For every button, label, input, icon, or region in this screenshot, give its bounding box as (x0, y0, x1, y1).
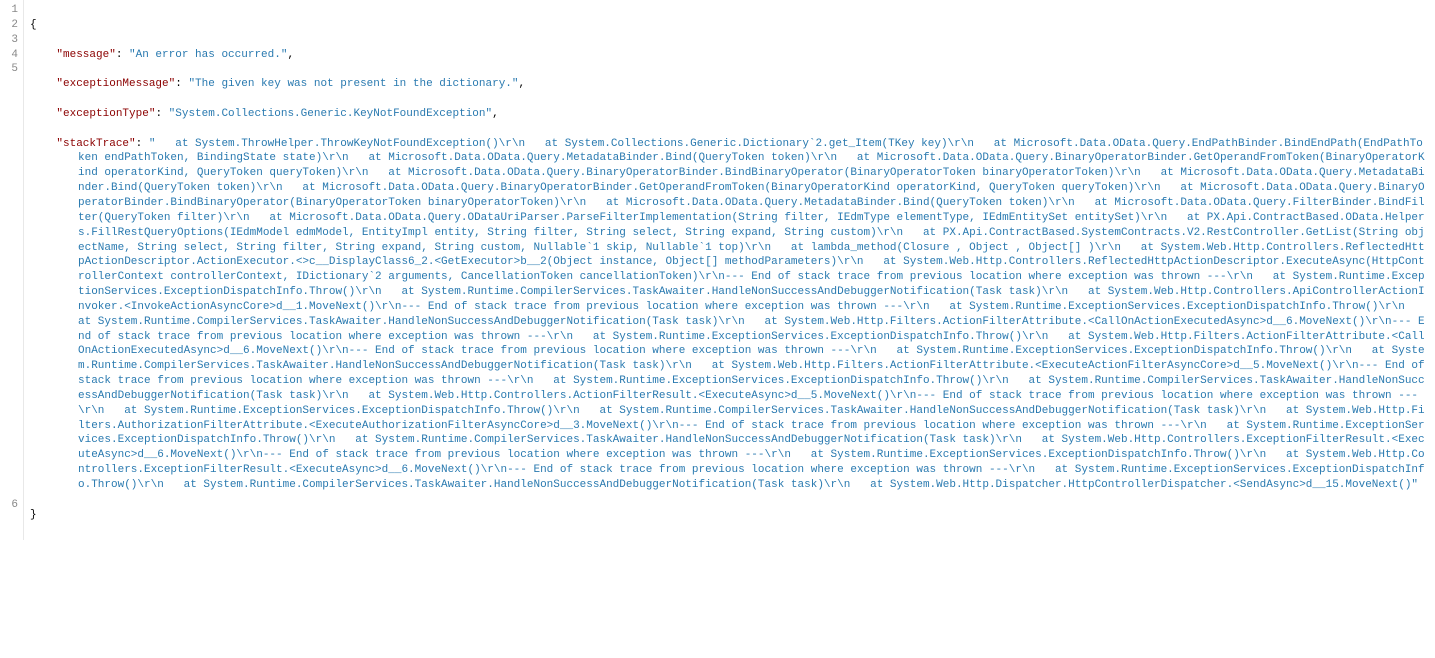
json-line-message: "message": "An error has occurred.", (30, 48, 1429, 63)
json-key: "exceptionType" (56, 108, 155, 120)
line-number: 2 (0, 18, 18, 33)
json-string-value: "System.Collections.Generic.KeyNotFoundE… (169, 108, 492, 120)
line-number: 4 (0, 48, 18, 63)
json-line-stack-trace: "stackTrace": " at System.ThrowHelper.Th… (30, 137, 1429, 493)
json-line-open: { (30, 18, 1429, 33)
json-string-value: "The given key was not present in the di… (188, 78, 518, 90)
line-number-gutter: 1 2 3 4 5 6 (0, 0, 24, 540)
line-number: 6 (0, 498, 18, 513)
json-line-exception-type: "exceptionType": "System.Collections.Gen… (30, 107, 1429, 122)
brace-close: } (30, 509, 37, 521)
json-key: "message" (56, 49, 115, 61)
line-number: 5 (0, 62, 18, 77)
json-code-body[interactable]: { "message": "An error has occurred.", "… (24, 0, 1435, 540)
json-string-value: "An error has occurred." (129, 49, 287, 61)
line-number: 1 (0, 3, 18, 18)
json-key: "exceptionMessage" (56, 78, 175, 90)
line-number: 3 (0, 33, 18, 48)
json-line-exception-message: "exceptionMessage": "The given key was n… (30, 77, 1429, 92)
json-key: "stackTrace" (56, 138, 135, 150)
json-string-value: " at System.ThrowHelper.ThrowKeyNotFound… (78, 138, 1431, 491)
json-line-close: } (30, 508, 1429, 523)
brace-open: { (30, 19, 37, 31)
